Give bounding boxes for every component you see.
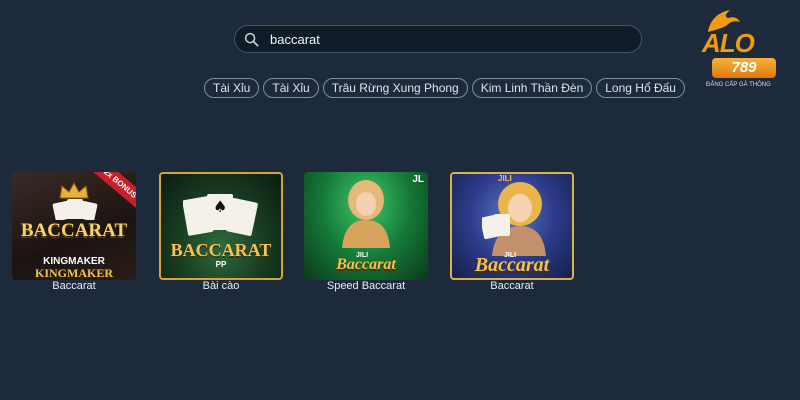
game-title[interactable]: Baccarat [450, 280, 574, 292]
game-art-title: BACCARAT [170, 240, 272, 260]
logo-alo: ALO [702, 28, 755, 58]
dealer-illustration [482, 182, 546, 256]
game-thumbnail[interactable]: 2x BONUS BACCARAT KINGMAKER KINGMAKER [12, 172, 136, 280]
game-card[interactable]: ♠ BACCARAT PP Bài cào [159, 172, 285, 292]
chip-trau-rung-xung-phong[interactable]: Trâu Rừng Xung Phong [322, 78, 468, 98]
game-thumbnail[interactable]: JL Baccarat JILI [304, 172, 428, 280]
dealer-illustration [342, 180, 390, 248]
game-thumbnail[interactable]: ♠ BACCARAT PP [159, 172, 283, 280]
chip-tai-xiu-2[interactable]: Tài Xỉu [263, 78, 319, 98]
game-art-sub: JILI [356, 252, 369, 259]
game-thumbnail[interactable]: JILI Baccarat JILI [450, 172, 574, 280]
svg-text:♠: ♠ [213, 197, 227, 216]
game-title[interactable]: Speed Baccarat [304, 280, 428, 292]
provider-badge: JL [412, 174, 424, 185]
logo-number: 789 [712, 58, 776, 78]
search-icon [244, 32, 259, 46]
chip-long-ho-dau[interactable]: Long Hổ Đấu [596, 78, 685, 98]
suggestion-chips: Tài Xỉu Tài Xỉu Trâu Rừng Xung Phong Kim… [204, 78, 685, 98]
game-title[interactable]: Baccarat [12, 280, 136, 292]
cards-icon [52, 199, 98, 220]
game-art-brand: KINGMAKER [35, 266, 113, 280]
game-title[interactable]: Bài cào [159, 280, 283, 292]
search-input[interactable] [270, 31, 610, 47]
search-bar[interactable] [234, 25, 642, 53]
game-card[interactable]: JILI Baccarat JILI Baccarat [450, 172, 576, 292]
logo-tagline: ĐẲNG CẤP GÀ THÔNG [706, 82, 771, 88]
game-art-title: BACCARAT [20, 220, 128, 241]
brand-logo[interactable]: ALO 789 ĐẲNG CẤP GÀ THÔNG [700, 8, 784, 96]
game-art-sub: JILI [504, 252, 517, 259]
game-card[interactable]: JL Baccarat JILI Speed Baccarat [304, 172, 430, 292]
chip-kim-linh-than-den[interactable]: Kim Linh Thần Đèn [471, 78, 593, 98]
chip-tai-xiu-1[interactable]: Tài Xỉu [204, 78, 260, 98]
cards-icon: ♠ [183, 194, 258, 236]
bonus-badge: 2x BONUS [91, 172, 136, 210]
game-card[interactable]: 2x BONUS BACCARAT KINGMAKER KINGMAKER Ba… [12, 172, 138, 292]
game-art-sub: PP [215, 260, 227, 269]
